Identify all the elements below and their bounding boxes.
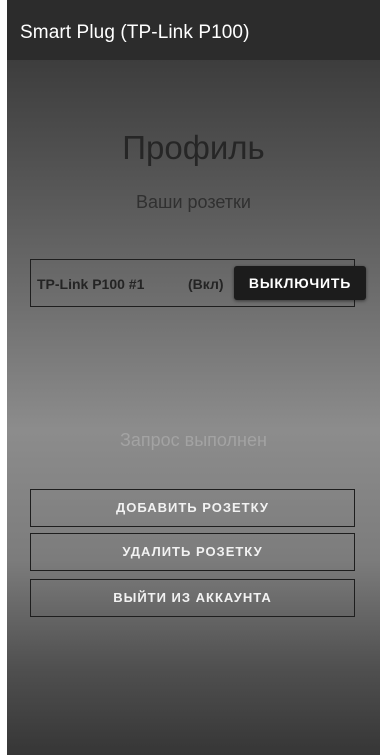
app-title: Smart Plug (TP-Link P100)	[20, 22, 250, 43]
page-title: Профиль	[122, 129, 265, 166]
remove-plug-button[interactable]: УДАЛИТЬ РОЗЕТКУ	[30, 533, 355, 571]
app-screen: Smart Plug (TP-Link P100) Профиль Ваши р…	[7, 0, 380, 755]
section-subtitle: Ваши розетки	[136, 192, 251, 212]
plug-list-item: TP-Link P100 #1 (Вкл) ВЫКЛЮЧИТЬ	[30, 259, 366, 307]
plug-status: (Вкл)	[188, 276, 224, 292]
app-bar: Smart Plug (TP-Link P100)	[7, 0, 380, 60]
turn-off-button[interactable]: ВЫКЛЮЧИТЬ	[234, 266, 366, 300]
add-plug-button[interactable]: ДОБАВИТЬ РОЗЕТКУ	[30, 489, 355, 527]
plug-name: TP-Link P100 #1	[37, 276, 145, 292]
status-message: Запрос выполнен	[120, 430, 267, 450]
logout-button[interactable]: ВЫЙТИ ИЗ АККАУНТА	[30, 579, 355, 617]
